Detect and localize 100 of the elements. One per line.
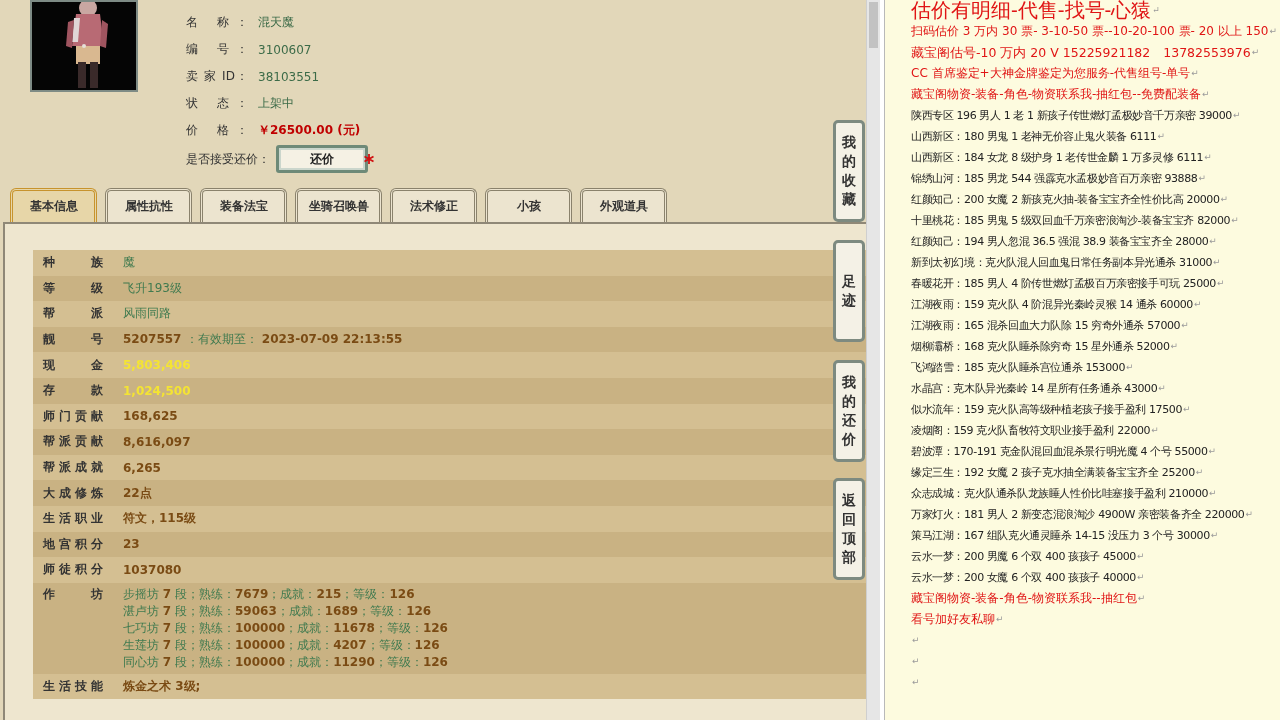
return-mark: ↵ xyxy=(1220,193,1228,206)
row-label: 现 金 xyxy=(33,352,113,378)
note-line: 飞鸿踏雪：185 克火队睡杀宫位通杀 153000 xyxy=(911,360,1125,376)
row-label: 地宫积分 xyxy=(33,531,113,558)
return-mark: ↵ xyxy=(996,613,1004,626)
field-label: 名 称： xyxy=(186,14,248,31)
return-mark: ↵ xyxy=(1213,256,1221,269)
tab[interactable]: 小孩 xyxy=(485,188,572,222)
row-label: 种 族 xyxy=(33,250,113,276)
row-value: 1,024,500 xyxy=(123,383,191,398)
note-line: 山西新区：184 女龙 8 级护身 1 老传世金麟 1 万多灵修 6111 xyxy=(911,150,1204,166)
field-value: 38103551 xyxy=(258,69,320,84)
row-value: 168,625 xyxy=(123,409,178,424)
row-value: 6,265 xyxy=(123,460,161,475)
return-mark: ↵ xyxy=(1158,382,1166,395)
note-line: 陕西专区 196 男人 1 老 1 新孩子传世燃灯孟极妙音千万亲密 39000 xyxy=(911,108,1232,124)
note-line: 水晶宫：克木队异光秦岭 14 星所有任务通杀 43000 xyxy=(911,381,1158,397)
return-mark: ↵ xyxy=(1170,340,1178,353)
note-line: 藏宝阁物资-装备-角色-物资联系我-抽红包--免费配装备 xyxy=(911,86,1201,103)
field-label: 编 号： xyxy=(186,41,248,58)
asterisk-icon xyxy=(364,154,374,164)
note-line: 藏宝阁估号-10 万内 20 V 15225921182 13782553976 xyxy=(911,44,1251,62)
note-line: 山西新区：180 男鬼 1 老神无价容止鬼火装备 6111 xyxy=(911,129,1157,145)
note-line: 烟柳灞桥：168 克火队睡杀除穷奇 15 星外通杀 52000 xyxy=(911,339,1170,355)
side-button[interactable]: 足迹 xyxy=(833,240,865,342)
return-mark: ↵ xyxy=(912,655,920,668)
note-line: 新到太初幻境：克火队混人回血鬼日常任务副本异光通杀 31000 xyxy=(911,255,1213,271)
return-mark: ↵ xyxy=(1251,46,1260,59)
note-line: 红颜知己：194 男人忽混 36.5 强混 38.9 装备宝宝齐全 28000 xyxy=(911,234,1209,250)
note-line: 藏宝阁物资-装备-角色-物资联系我--抽红包 xyxy=(911,590,1137,607)
field-value: 上架中 xyxy=(258,95,294,112)
row-label: 存 款 xyxy=(33,377,113,404)
row-label: 生活职业 xyxy=(33,505,113,532)
note-line: 凌烟阁：159 克火队畜牧符文职业接手盈利 22000 xyxy=(911,423,1151,439)
tab[interactable]: 法术修正 xyxy=(390,188,477,222)
return-mark: ↵ xyxy=(1232,109,1241,122)
row-label: 等 级 xyxy=(33,275,113,302)
row-label: 生活技能 xyxy=(33,673,113,700)
price-value: ￥26500.00 (元) xyxy=(258,122,361,139)
tab[interactable]: 坐骑召唤兽 xyxy=(295,188,382,222)
row-value: 23 xyxy=(123,537,140,552)
return-mark: ↵ xyxy=(1210,529,1218,542)
bargain-button[interactable]: 还价 xyxy=(276,145,368,173)
side-button[interactable]: 我的还价 xyxy=(833,360,865,462)
note-line: 万家灯火：181 男人 2 新变态混浪淘沙 4900W 亲密装备齐全 220000 xyxy=(911,507,1245,523)
row-label: 帮派成就 xyxy=(33,454,113,481)
tab[interactable]: 外观道具 xyxy=(580,188,667,222)
return-mark: ↵ xyxy=(912,676,920,689)
field-value: 3100607 xyxy=(258,42,312,57)
return-mark: ↵ xyxy=(912,634,920,647)
row-label: 帮 派 xyxy=(33,301,113,327)
note-heading: 估价有明细-代售-找号-心猿 xyxy=(911,0,1152,21)
field-label: 价 格： xyxy=(186,122,248,139)
row-label: 师门贡献 xyxy=(33,403,113,430)
row-value: 5,803,406 xyxy=(123,358,191,373)
note-line: 江湖夜雨：159 克火队 4 阶混异光秦岭灵猴 14 通杀 60000 xyxy=(911,297,1193,313)
row-label: 靓 号 xyxy=(33,326,113,353)
return-mark: ↵ xyxy=(1136,571,1145,584)
note-line: 云水一梦：200 女魔 6 个双 400 孩孩子 40000 xyxy=(911,570,1136,586)
return-mark: ↵ xyxy=(1181,319,1189,332)
tab[interactable]: 基本信息 xyxy=(10,188,97,222)
note-line: 扫码估价 3 万内 30 票- 3-10-50 票--10-20-100 票- 20 以上 150 xyxy=(911,23,1269,40)
tab[interactable]: 装备法宝 xyxy=(200,188,287,222)
field-value: 混天魔 xyxy=(258,14,294,31)
tab[interactable]: 属性抗性 xyxy=(105,188,192,222)
side-button[interactable]: 返回顶部 xyxy=(833,478,865,580)
row-label: 师徒积分 xyxy=(33,557,113,583)
note-line: 策马江湖：167 组队克火通灵睡杀 14-15 没压力 3 个号 30000 xyxy=(911,528,1210,544)
note-line: 十里桃花：185 男鬼 5 级双回血千万亲密浪淘沙-装备宝宝齐 82000 xyxy=(911,213,1231,229)
note-line: 似水流年：159 克火队高等级种植老孩子接手盈利 17500 xyxy=(911,402,1182,418)
row-value: 飞升193级 xyxy=(123,280,182,295)
note-line: 云水一梦：200 男魔 6 个双 400 孩孩子 45000 xyxy=(911,549,1136,565)
return-mark: ↵ xyxy=(1193,298,1202,311)
scrollbar[interactable] xyxy=(866,0,880,720)
return-mark: ↵ xyxy=(1195,466,1203,479)
return-mark: ↵ xyxy=(1152,4,1160,17)
return-mark: ↵ xyxy=(1157,130,1165,143)
row-value: 22点 xyxy=(123,485,152,500)
note-line: 锦绣山河：185 男龙 544 强霹克水孟极妙音百万亲密 93888 xyxy=(911,171,1198,187)
field-label: 是否接受还价： xyxy=(186,150,270,168)
workshop-lines: 步摇坊 7 段；熟练：7679；成就：215；等级：126 湛卢坊 7 段；熟练：59063；成就：1689；等级：126 七巧坊 7 段；熟练：100000；成就：11678；等级：126 生莲坊 7 段；熟练：100000；成就：4207；等级：126 同心坊 7 段；熟练：100000；成就：11290；等级：126 xyxy=(123,585,449,671)
row-value: 炼金之术 3级; xyxy=(123,679,201,693)
side-button[interactable]: 我的收藏 xyxy=(833,120,865,222)
return-mark: ↵ xyxy=(1136,550,1145,563)
note-line: 缘定三生：192 女魔 2 孩子克水抽全满装备宝宝齐全 25200 xyxy=(911,465,1195,481)
return-mark: ↵ xyxy=(1137,592,1146,605)
return-mark: ↵ xyxy=(1231,214,1239,227)
note-line: 江湖夜雨：165 混杀回血大力队除 15 穷奇外通杀 57000 xyxy=(911,318,1181,334)
return-mark: ↵ xyxy=(1209,235,1217,248)
note-line: 众志成城：克火队通杀队龙族睡人性价比哇塞接手盈利 210000 xyxy=(911,486,1209,502)
return-mark: ↵ xyxy=(1269,25,1278,38)
row-value: 8,616,097 xyxy=(123,434,191,449)
row-value: 符文，115级 xyxy=(123,511,197,526)
note-line: 春暖花开：185 男人 4 阶传世燃灯孟极百万亲密接手可玩 25000 xyxy=(911,276,1216,292)
return-mark: ↵ xyxy=(1202,88,1210,101)
return-mark: ↵ xyxy=(1204,151,1212,164)
row-value: 风雨同路 xyxy=(123,306,171,321)
note-line: 红颜知己：200 女魔 2 新孩克火抽-装备宝宝齐全性价比高 20000 xyxy=(911,192,1220,208)
row-value: 1037080 xyxy=(123,562,182,577)
return-mark: ↵ xyxy=(1191,67,1199,80)
